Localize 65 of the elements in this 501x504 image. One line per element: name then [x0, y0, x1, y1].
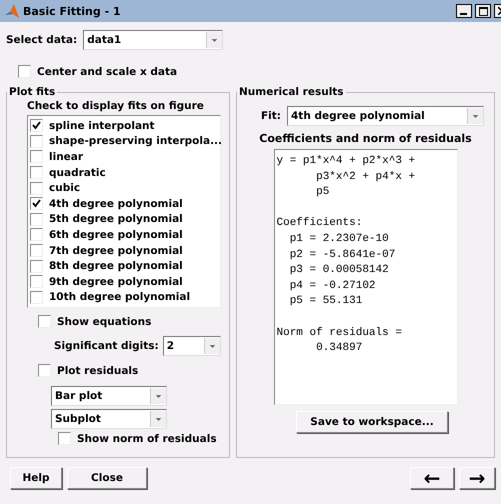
data-dropdown[interactable]: data1: [83, 30, 224, 50]
significant-digits-label: Significant digits:: [54, 340, 159, 352]
fit-label: quadratic: [49, 166, 106, 179]
checkbox[interactable]: [30, 212, 43, 226]
result-line: p5: [315, 185, 330, 200]
fits-heading: Check to display fits on figure: [27, 100, 205, 112]
fit-label: 6th degree polynomial: [49, 228, 183, 241]
next-button[interactable]: →: [459, 467, 495, 489]
show-equations-label: Show equations: [57, 316, 152, 328]
checkbox[interactable]: [30, 182, 43, 195]
result-line: p4 = -0.27102: [288, 278, 377, 294]
coefficients-heading: Coefficients and norm of residuals: [258, 132, 473, 145]
show-norm-label: Show norm of residuals: [77, 432, 217, 445]
checkbox[interactable]: [30, 134, 43, 148]
result-line: Coefficients:: [276, 216, 364, 232]
checkbox[interactable]: [30, 166, 43, 180]
cone-logo-icon: [4, 3, 20, 19]
back-button[interactable]: ←: [410, 467, 454, 489]
fit-label: 4th degree polynomial: [49, 198, 183, 210]
checkbox[interactable]: [30, 290, 43, 304]
result-line: p3*x^2 + p4*x +: [315, 170, 416, 185]
plot-fits-title: Plot fits: [8, 86, 56, 98]
select-data-label: Select data:: [6, 34, 78, 46]
save-to-workspace-button[interactable]: Save to workspace...: [296, 411, 448, 433]
checkbox[interactable]: [30, 197, 43, 210]
checkbox[interactable]: [30, 275, 43, 288]
fit-select-label: Fit:: [261, 110, 281, 122]
checkbox[interactable]: [30, 228, 43, 242]
result-line: p2 = -5.8641e-07: [288, 248, 396, 263]
checkbox[interactable]: [30, 150, 43, 164]
plot-location-dropdown[interactable]: Subplot: [51, 409, 167, 430]
help-button[interactable]: Help: [10, 467, 62, 489]
fit-label: 9th degree polynomial: [49, 276, 183, 288]
fit-dropdown[interactable]: 4th degree polynomial: [287, 106, 484, 126]
digits-dropdown[interactable]: 2: [162, 336, 221, 356]
plot-residuals-label: Plot residuals: [57, 364, 138, 377]
fit-label: 5th degree polynomial: [49, 213, 183, 226]
checkbox[interactable]: [18, 65, 31, 78]
fit-label: 7th degree polynomial: [49, 244, 183, 257]
fit-label: 8th degree polynomial: [49, 260, 183, 272]
numerical-results-title: Numerical results: [238, 86, 345, 98]
result-line: p1 = 2.2307e-10: [288, 232, 390, 247]
center-scale-label: Center and scale x data: [37, 66, 178, 78]
maximize-button[interactable]: [475, 4, 491, 18]
result-line: 0.34897: [315, 341, 364, 356]
fit-label: shape-preserving interpola...: [49, 135, 222, 148]
close-button[interactable]: Close: [67, 467, 147, 489]
fit-label: linear: [49, 150, 84, 163]
fit-label: spline interpolant: [49, 120, 155, 132]
plot-style-dropdown[interactable]: Bar plot: [51, 386, 167, 406]
checkbox[interactable]: [38, 315, 51, 328]
checkbox[interactable]: [30, 260, 43, 273]
result-line: p5 = 55.131: [288, 294, 364, 310]
fit-label: 10th degree polynomial: [49, 291, 190, 304]
checkbox[interactable]: [30, 244, 43, 258]
minimize-button[interactable]: [456, 4, 472, 18]
result-line: Norm of residuals =: [276, 326, 403, 341]
checkbox[interactable]: [58, 432, 71, 446]
result-line: p3 = 0.00058142: [288, 263, 390, 278]
result-line: y = p1*x^4 + p2*x^3 +: [276, 154, 416, 169]
fit-label: cubic: [49, 182, 80, 194]
checkbox[interactable]: [38, 364, 51, 378]
maximize-icon: [478, 6, 488, 16]
window-title: Basic Fitting - 1: [23, 4, 122, 18]
checkbox[interactable]: [30, 119, 43, 132]
